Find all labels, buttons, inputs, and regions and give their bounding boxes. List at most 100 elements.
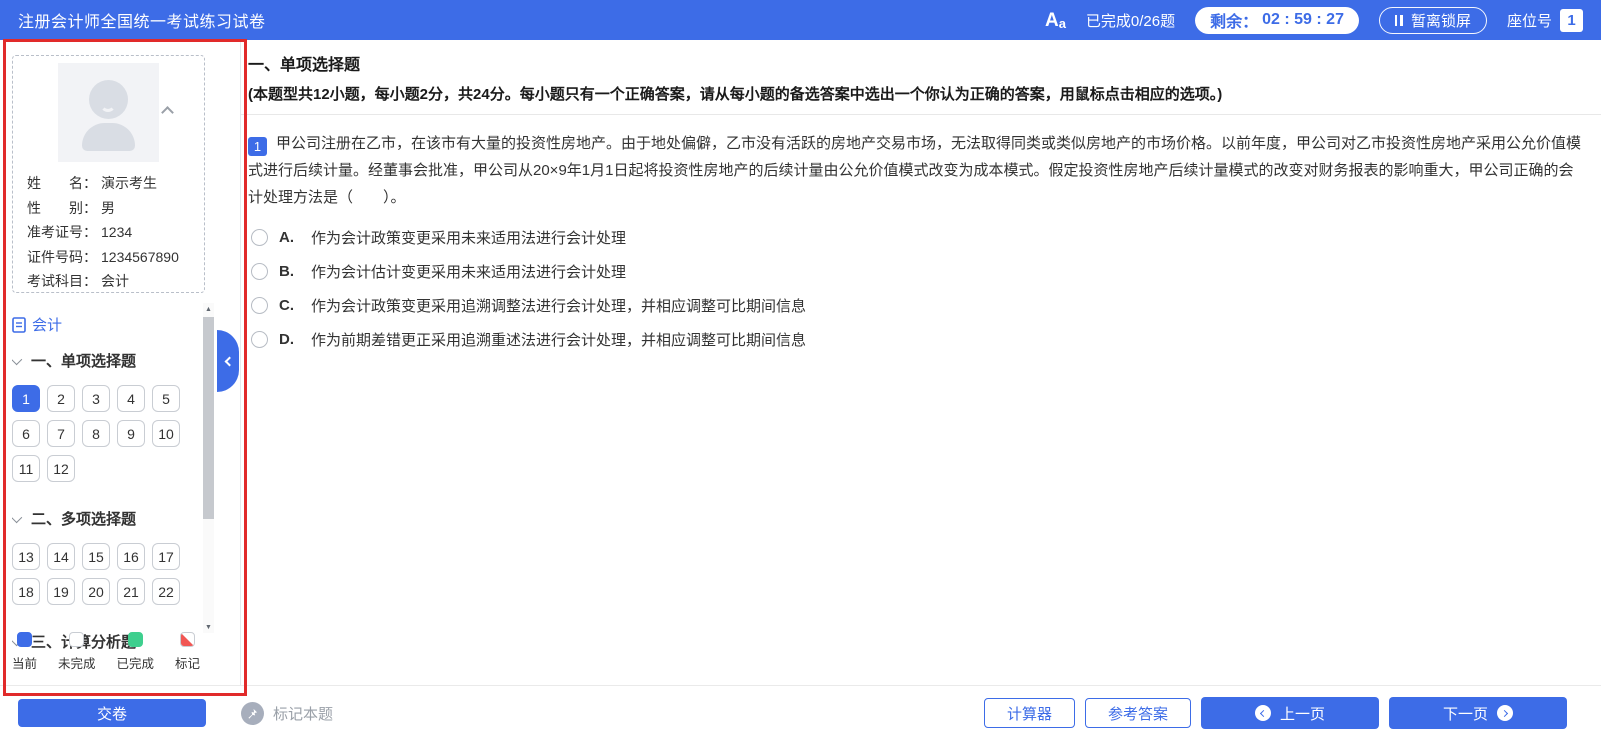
- legend-swatch-icon: [180, 632, 195, 647]
- pause-icon: [1395, 15, 1403, 26]
- question-button-8[interactable]: 8: [82, 420, 110, 447]
- radio-icon[interactable]: [251, 297, 268, 314]
- question-button-5[interactable]: 5: [152, 385, 180, 412]
- user-info-label: 证件号码：: [27, 245, 97, 270]
- prev-page-button[interactable]: 上一页: [1201, 697, 1379, 729]
- font-size-icon[interactable]: Aa: [1045, 11, 1066, 30]
- timer-label: 剩余：: [1210, 8, 1258, 32]
- radio-icon[interactable]: [251, 229, 268, 246]
- user-info-label: 性 别：: [27, 196, 97, 221]
- question-button-4[interactable]: 4: [117, 385, 145, 412]
- question-area: 1甲公司注册在乙市，在该市有大量的投资性房地产。由于地处偏僻，乙市没有活跃的房地…: [241, 115, 1601, 363]
- question-button-20[interactable]: 20: [82, 578, 110, 605]
- question-button-17[interactable]: 17: [152, 543, 180, 570]
- option-letter: D.: [279, 331, 300, 348]
- top-bar-right: Aa 已完成0/26题 剩余： 02 : 59 : 27 暂离锁屏 座位号 1: [1045, 7, 1583, 34]
- user-info-row: 准考证号： 1234: [27, 220, 190, 245]
- legend-item: 标记: [175, 632, 200, 672]
- question-button-11[interactable]: 11: [12, 455, 40, 482]
- user-info-value: 演示考生: [101, 171, 157, 196]
- question-button-2[interactable]: 2: [47, 385, 75, 412]
- option-letter: A.: [279, 229, 300, 246]
- chevron-right-circle-icon: [1497, 705, 1513, 721]
- seat-group: 座位号 1: [1507, 9, 1583, 32]
- question-button-16[interactable]: 16: [117, 543, 145, 570]
- option-letter: C.: [279, 297, 300, 314]
- nav-section-header[interactable]: 二、多项选择题: [14, 508, 198, 529]
- user-info-value: 会计: [101, 269, 129, 294]
- question-button-21[interactable]: 21: [117, 578, 145, 605]
- user-info-row: 考试科目： 会计: [27, 269, 190, 294]
- scroll-up-icon[interactable]: ▲: [203, 303, 214, 315]
- document-icon: [12, 317, 26, 333]
- seat-number: 1: [1560, 9, 1583, 32]
- timer-value: 02 : 59 : 27: [1262, 11, 1344, 29]
- chevron-left-circle-icon: [1255, 705, 1271, 721]
- question-button-19[interactable]: 19: [47, 578, 75, 605]
- mark-question-label: 标记本题: [273, 703, 333, 724]
- question-button-22[interactable]: 22: [152, 578, 180, 605]
- option-row[interactable]: D. 作为前期差错更正采用追溯重述法进行会计处理，并相应调整可比期间信息: [251, 329, 1583, 350]
- option-row[interactable]: C. 作为会计政策变更采用追溯调整法进行会计处理，并相应调整可比期间信息: [251, 295, 1583, 316]
- question-button-15[interactable]: 15: [82, 543, 110, 570]
- question-text: 1甲公司注册在乙市，在该市有大量的投资性房地产。由于地处偏僻，乙市没有活跃的房地…: [248, 130, 1583, 211]
- option-text: 作为会计估计变更采用未来适用法进行会计处理: [311, 261, 626, 282]
- next-page-button[interactable]: 下一页: [1389, 697, 1567, 729]
- calculator-button[interactable]: 计算器: [984, 698, 1075, 728]
- pin-icon: [241, 702, 264, 725]
- mark-question-button[interactable]: 标记本题: [241, 702, 333, 725]
- nav-section-header[interactable]: 一、单项选择题: [14, 350, 198, 371]
- chevron-down-icon: [12, 511, 22, 522]
- option-row[interactable]: B. 作为会计估计变更采用未来适用法进行会计处理: [251, 261, 1583, 282]
- options-list: A. 作为会计政策变更采用未来适用法进行会计处理 B. 作为会计估计变更采用未来…: [251, 227, 1583, 350]
- bottom-bar: 交卷 标记本题 计算器 参考答案 上一页 下一页: [0, 685, 1601, 740]
- avatar: [58, 63, 159, 162]
- legend-swatch-icon: [69, 632, 84, 647]
- question-button-13[interactable]: 13: [12, 543, 40, 570]
- nav-section: 二、多项选择题 13 14 15 16 17 18 19 20 21 22: [12, 508, 198, 605]
- scrollbar-thumb[interactable]: [203, 317, 214, 519]
- radio-icon[interactable]: [251, 331, 268, 348]
- user-info-value: 1234567890: [101, 245, 179, 270]
- question-button-14[interactable]: 14: [47, 543, 75, 570]
- legend-label: 当前: [12, 653, 37, 672]
- option-text: 作为前期差错更正采用追溯重述法进行会计处理，并相应调整可比期间信息: [311, 329, 806, 350]
- question-button-7[interactable]: 7: [47, 420, 75, 447]
- user-info-row: 姓 名： 演示考生: [27, 171, 190, 196]
- question-button-12[interactable]: 12: [47, 455, 75, 482]
- subject-label: 会计: [32, 314, 62, 335]
- radio-icon[interactable]: [251, 263, 268, 280]
- section-description: (本题型共12小题，每小题2分，共24分。每小题只有一个正确答案，请从每小题的备…: [248, 83, 1585, 104]
- question-panel: 一、单项选择题 (本题型共12小题，每小题2分，共24分。每小题只有一个正确答案…: [241, 40, 1601, 685]
- chevron-up-icon[interactable]: [161, 106, 174, 119]
- legend-label: 未完成: [58, 653, 96, 672]
- user-info-label: 准考证号：: [27, 220, 97, 245]
- legend-label: 标记: [175, 653, 200, 672]
- nav-scrollbar[interactable]: ▲ ▼: [203, 303, 214, 633]
- pause-lock-button[interactable]: 暂离锁屏: [1379, 7, 1487, 34]
- question-body: 甲公司注册在乙市，在该市有大量的投资性房地产。由于地处偏僻，乙市没有活跃的房地产…: [248, 135, 1581, 206]
- question-button-10[interactable]: 10: [152, 420, 180, 447]
- prev-page-label: 上一页: [1280, 703, 1325, 724]
- footer-actions: 计算器 参考答案 上一页 下一页: [984, 697, 1567, 729]
- reference-answer-button[interactable]: 参考答案: [1085, 698, 1191, 728]
- submit-exam-button[interactable]: 交卷: [18, 699, 206, 727]
- question-button-9[interactable]: 9: [117, 420, 145, 447]
- option-row[interactable]: A. 作为会计政策变更采用未来适用法进行会计处理: [251, 227, 1583, 248]
- scroll-down-icon[interactable]: ▼: [203, 621, 214, 633]
- subject-row: 会计: [12, 314, 198, 335]
- legend-swatch-icon: [128, 632, 143, 647]
- question-button-1[interactable]: 1: [12, 385, 40, 412]
- question-button-3[interactable]: 3: [82, 385, 110, 412]
- user-info-rows: 姓 名： 演示考生 性 别： 男 准考证号： 1234 证件号码： 123456…: [13, 171, 204, 294]
- next-page-label: 下一页: [1443, 703, 1488, 724]
- user-info-row: 性 别： 男: [27, 196, 190, 221]
- user-info-value: 1234: [101, 220, 132, 245]
- question-button-18[interactable]: 18: [12, 578, 40, 605]
- question-grid: 13 14 15 16 17 18 19 20 21 22: [12, 543, 198, 605]
- user-info-value: 男: [101, 196, 115, 221]
- timer-pill: 剩余： 02 : 59 : 27: [1195, 7, 1359, 34]
- seat-label: 座位号: [1507, 10, 1552, 31]
- question-button-6[interactable]: 6: [12, 420, 40, 447]
- sidebar-collapse-button[interactable]: [217, 330, 239, 392]
